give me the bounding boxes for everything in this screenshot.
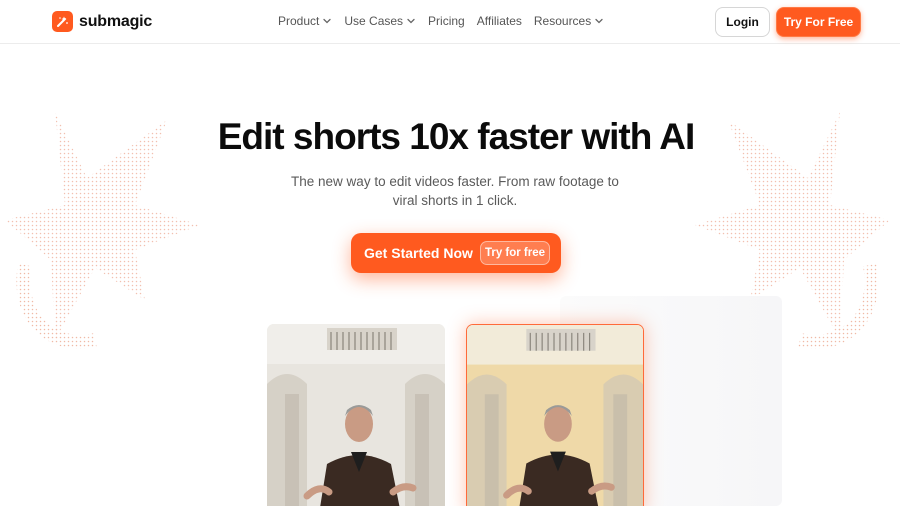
nav-item-resources[interactable]: Resources (534, 14, 604, 28)
before-video[interactable] (267, 324, 445, 506)
brand-logo[interactable]: submagic (52, 11, 152, 32)
main-nav: Product Use Cases Pricing Affiliates Resourc… (278, 14, 604, 28)
nav-item-label: Use Cases (344, 14, 404, 28)
nav-item-label: Product (278, 14, 320, 28)
nav-item-label: Affiliates (476, 14, 522, 28)
hero-subtitle: The new way to edit videos faster. From … (291, 174, 619, 208)
nav-item-label: Resources (533, 14, 592, 28)
video-frame (467, 325, 643, 506)
try-for-free-button[interactable]: Try For Free (776, 7, 861, 37)
nav-item-pricing[interactable]: Pricing (428, 14, 465, 28)
after-video[interactable] (466, 324, 644, 506)
brand-name: submagic (79, 12, 153, 30)
nav-item-use-cases[interactable]: Use Cases (344, 14, 416, 28)
nav-item-product[interactable]: Product (278, 14, 332, 28)
hero-title: Edit shorts 10x faster with AI (217, 116, 695, 157)
get-started-button[interactable]: Get Started Now Try for free (351, 233, 561, 273)
try-for-free-badge: Try for free (480, 241, 550, 265)
submagic-logo-icon (52, 11, 73, 32)
video-frame (267, 324, 445, 506)
chevron-down-icon (407, 18, 415, 24)
chevron-down-icon (323, 18, 332, 24)
top-navbar: submagic Product Use Cases Pricing Affiliat… (0, 0, 900, 44)
login-button[interactable]: Login (715, 7, 770, 37)
chevron-down-icon (595, 18, 603, 24)
nav-item-affiliates[interactable]: Affiliates (477, 14, 522, 28)
nav-item-label: Pricing (428, 14, 465, 28)
get-started-label: Get Started Now (364, 245, 473, 261)
